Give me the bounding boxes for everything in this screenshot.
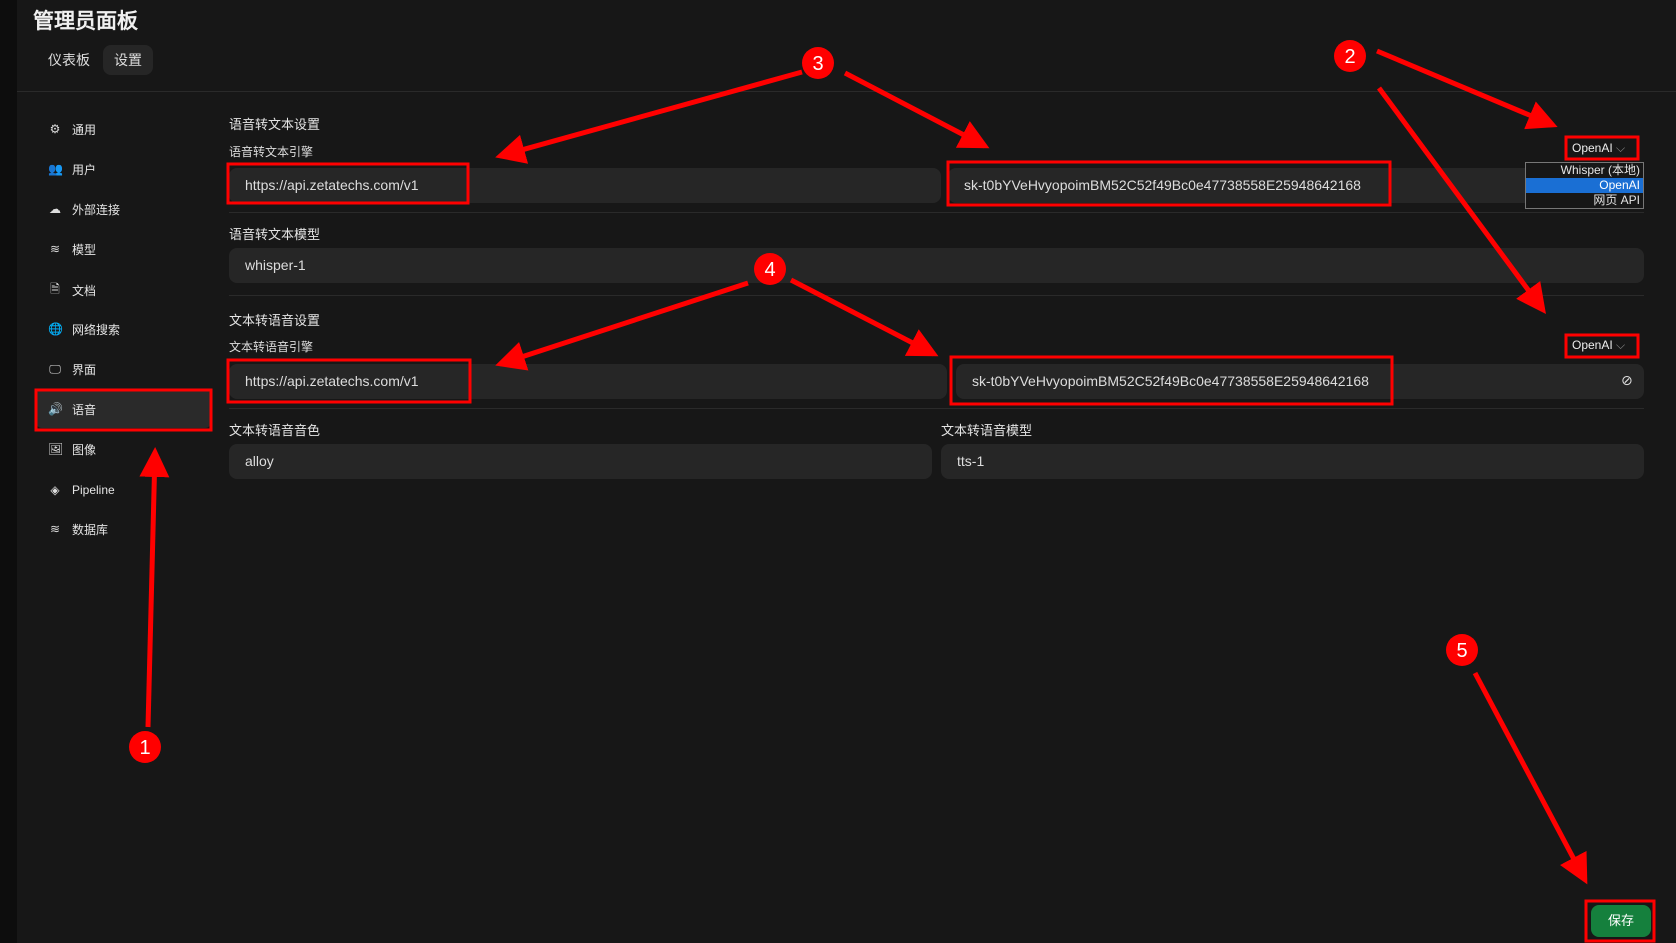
sidebar-item-1[interactable]: 👥 用户 <box>36 150 211 188</box>
stt-engine-label: 语音转文本引擎 <box>229 145 314 159</box>
document-icon: 🗎 <box>50 281 60 296</box>
stt-url-input[interactable]: https://api.zetatechs.com/v1 <box>229 168 941 203</box>
stt-heading: 语音转文本设置 <box>229 117 321 132</box>
sidebar-item-label: 语音 <box>72 402 97 417</box>
sidebar-item-4[interactable]: 🗎 文档 <box>36 271 211 309</box>
users-icon: 👥 <box>48 162 63 176</box>
sidebar-item-label: 数据库 <box>72 522 109 537</box>
arrow <box>1376 48 1558 130</box>
sidebar-item-6[interactable]: 🖵 界面 <box>36 350 211 388</box>
stt-engine-select[interactable]: OpenAI ⌵ <box>1566 139 1631 158</box>
cloud-icon: ☁ <box>49 202 61 216</box>
arrow <box>789 277 939 357</box>
sidebar-item-label: Pipeline <box>72 483 115 497</box>
chevron-down-icon: ⌵ <box>1616 338 1626 352</box>
divider <box>17 91 1676 92</box>
gear-icon: ⚙ <box>49 122 61 136</box>
divider <box>229 408 1644 409</box>
monitor-icon: 🖵 <box>49 361 61 376</box>
sidebar-item-label: 界面 <box>72 362 97 377</box>
option-web-api[interactable]: 网页 API <box>1526 193 1643 208</box>
option-whisper[interactable]: Whisper (本地) <box>1526 163 1643 178</box>
globe-icon: 🌐 <box>48 322 63 336</box>
sidebar-item-label: 用户 <box>72 162 97 177</box>
tts-engine-label: 文本转语音引擎 <box>229 340 314 354</box>
tts-engine-select[interactable]: OpenAI ⌵ <box>1566 336 1631 355</box>
arrow <box>843 70 990 149</box>
sidebar-item-3[interactable]: ≋ 模型 <box>36 230 211 268</box>
sidebar-item-label: 模型 <box>72 242 97 257</box>
sidebar-item-9[interactable]: ◈ Pipeline <box>36 471 211 509</box>
chevron-down-icon: ⌵ <box>1616 141 1626 155</box>
tts-url-input[interactable]: https://api.zetatechs.com/v1 <box>229 364 947 399</box>
save-button[interactable]: 保存 <box>1591 905 1651 937</box>
tts-model-input[interactable]: tts-1 <box>941 444 1644 479</box>
stt-model-input[interactable]: whisper-1 <box>229 248 1644 283</box>
marker-circle <box>1446 634 1478 666</box>
tab-settings[interactable]: 设置 <box>103 45 153 75</box>
image-icon: 🖼 <box>48 442 64 456</box>
marker-number: 2 <box>1344 46 1355 68</box>
left-strip <box>0 0 17 943</box>
tts-engine-value: OpenAI <box>1572 338 1613 352</box>
sidebar-item-2[interactable]: ☁ 外部连接 <box>36 190 211 228</box>
stt-model-label: 语音转文本模型 <box>229 227 321 242</box>
sidebar-item-label: 文档 <box>72 283 97 298</box>
marker-circle <box>129 731 161 763</box>
database-icon: ≋ <box>49 242 61 256</box>
tts-heading: 文本转语音设置 <box>229 313 321 328</box>
layers-icon: ◈ <box>50 483 60 497</box>
divider <box>229 295 1644 296</box>
tts-key-input[interactable]: sk-t0bYVeHvyopoimBM52C52f49Bc0e47738558E… <box>956 364 1644 399</box>
sidebar-item-10[interactable]: ≋ 数据库 <box>36 510 211 548</box>
stt-engine-options: Whisper (本地) OpenAI 网页 API <box>1525 162 1644 209</box>
option-openai[interactable]: OpenAI <box>1526 178 1643 193</box>
marker-circle <box>802 47 834 79</box>
tts-model-label: 文本转语音模型 <box>941 423 1033 438</box>
eye-off-icon[interactable]: ⊘ <box>1621 372 1633 389</box>
marker-number: 1 <box>139 737 150 759</box>
divider <box>229 212 1644 213</box>
speaker-icon: 🔊 <box>48 402 63 416</box>
sidebar-item-8[interactable]: 🖼 图像 <box>36 430 211 468</box>
marker-number: 3 <box>812 53 823 75</box>
marker-number: 5 <box>1456 640 1467 662</box>
sidebar-item-7[interactable]: 🔊 语音 <box>36 390 211 428</box>
sidebar-item-5[interactable]: 🌐 网络搜索 <box>36 310 211 348</box>
stt-engine-value: OpenAI <box>1572 141 1613 155</box>
arrow <box>495 69 803 164</box>
arrow <box>1472 671 1588 885</box>
sidebar-item-label: 通用 <box>72 122 97 137</box>
sidebar-item-label: 图像 <box>72 442 97 457</box>
page-title: 管理员面板 <box>33 10 138 33</box>
tts-voice-input[interactable]: alloy <box>229 444 932 479</box>
sidebar-item-label: 网络搜索 <box>72 322 121 337</box>
marker-circle <box>1334 40 1366 72</box>
database-icon: ≋ <box>49 522 61 536</box>
sidebar-item-label: 外部连接 <box>72 202 121 217</box>
tab-dashboard[interactable]: 仪表板 <box>37 45 101 75</box>
sidebar-item-0[interactable]: ⚙ 通用 <box>36 110 211 148</box>
tts-voice-label: 文本转语音音色 <box>229 423 321 438</box>
